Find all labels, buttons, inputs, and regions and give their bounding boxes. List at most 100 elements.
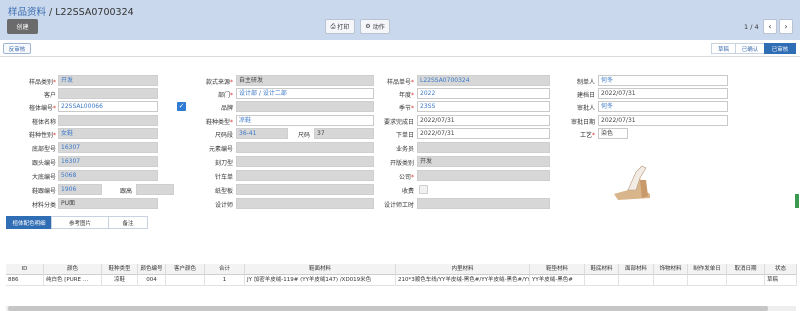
field-开版类别[interactable]: 开发 xyxy=(417,156,550,167)
size-field[interactable]: 37 xyxy=(314,128,374,139)
table-cell[interactable]: 凉鞋 xyxy=(102,275,138,286)
column-header[interactable]: ID xyxy=(6,264,44,275)
table-cell[interactable]: 004 xyxy=(138,275,166,286)
last-checkbox[interactable]: ✓ xyxy=(177,102,186,111)
field-底部型号[interactable]: 16307 xyxy=(58,142,158,153)
next-record-button[interactable]: › xyxy=(779,19,793,34)
field-楦体编号[interactable]: 22SSAL00066 xyxy=(58,101,158,112)
field-label-text: 楦体名称 xyxy=(31,119,56,126)
field-大底编号[interactable]: 5068 xyxy=(58,170,158,181)
column-header[interactable]: 鞋种类型 xyxy=(102,264,138,275)
table-cell[interactable]: YY羊皮绒-黑色# xyxy=(530,275,585,286)
tab-notes[interactable]: 备注 xyxy=(108,216,148,229)
field-label-text: 建档日 xyxy=(576,92,595,99)
prev-record-button[interactable]: ‹ xyxy=(763,19,777,34)
vertical-scroll-indicator[interactable] xyxy=(795,194,799,208)
table-cell[interactable] xyxy=(166,275,205,286)
column-header[interactable]: 客户颜色 xyxy=(166,264,205,275)
column-header[interactable]: 饰物材料 xyxy=(654,264,688,275)
table-cell[interactable]: 纯白色 [PURE … xyxy=(44,275,102,286)
column-header[interactable]: 鞋底材料 xyxy=(585,264,619,275)
table-cell[interactable]: 210*3顺色车线/YY羊皮绒-黑色#/YY羊皮绒-黑色#/YY羊皮绒-黑色# xyxy=(396,275,530,286)
column-header[interactable]: 状态 xyxy=(765,264,797,275)
field-label-text: 设计师 xyxy=(214,202,233,209)
table-cell[interactable] xyxy=(619,275,654,286)
field-客户[interactable] xyxy=(58,88,158,99)
field-公司[interactable] xyxy=(417,170,550,181)
field-label: 跟头编号 xyxy=(0,158,56,167)
column-header[interactable]: 内里材料 xyxy=(396,264,530,275)
column-header[interactable]: 鞋面材料 xyxy=(245,264,396,275)
tab-last-colors[interactable]: 楦体配色明细 xyxy=(6,216,52,229)
print-button[interactable]: ⎙ 打印 xyxy=(325,19,355,34)
required-mark: * xyxy=(53,105,56,112)
tab-reference-images[interactable]: 参考图片 xyxy=(51,216,109,229)
field-下单日[interactable]: 2022/07/31 xyxy=(417,128,550,139)
field-样品类别[interactable]: 开发 xyxy=(58,75,158,86)
column-header[interactable]: 颜色编号 xyxy=(138,264,166,275)
table-cell[interactable]: 草稿 xyxy=(765,275,797,286)
field-楦体名称[interactable] xyxy=(58,115,158,126)
field-label: 刻刀型 xyxy=(175,158,233,167)
field-设计师工时[interactable] xyxy=(417,198,550,209)
column-header[interactable]: 取消日期 xyxy=(727,264,765,275)
field-label: 纸型板 xyxy=(175,186,233,195)
fee-checkbox[interactable] xyxy=(419,185,428,194)
field-审批日期[interactable]: 2022/07/31 xyxy=(598,115,728,126)
column-header[interactable]: 面部材料 xyxy=(619,264,654,275)
column-header[interactable]: 颜色 xyxy=(44,264,102,275)
field-鞋跟编号[interactable]: 1906 xyxy=(58,184,102,195)
field-label: 设计师 xyxy=(175,200,233,209)
heel-height-field[interactable] xyxy=(136,184,174,195)
field-业务员[interactable] xyxy=(417,142,550,153)
detail-tabs: 楦体配色明细 参考图片 备注 xyxy=(6,216,148,229)
column-header[interactable]: 合计 xyxy=(205,264,245,275)
field-样品单号[interactable]: L22SSA0700324 xyxy=(417,75,550,86)
field-跟头编号[interactable]: 16307 xyxy=(58,156,158,167)
table-cell[interactable] xyxy=(727,275,765,286)
horizontal-scrollbar-thumb[interactable] xyxy=(8,306,768,311)
field-label-text: 部门 xyxy=(217,92,230,99)
field-label: 大底编号 xyxy=(0,172,56,181)
step-approved[interactable]: 已审核 xyxy=(764,43,796,54)
column-header[interactable]: 鞋垫材料 xyxy=(530,264,585,275)
field-审批人[interactable]: 何冬 xyxy=(598,101,728,112)
action-button[interactable]: ⚙ 动作 xyxy=(360,19,390,34)
field-label: 开版类别 xyxy=(352,158,414,167)
field-制单人[interactable]: 何冬 xyxy=(598,75,728,86)
create-button[interactable]: 创建 xyxy=(7,19,38,34)
table-cell[interactable] xyxy=(654,275,688,286)
table-cell[interactable]: JY 加密羊皮绒-119# (YY羊皮绒147) /XD019米色 xyxy=(245,275,396,286)
table-cell[interactable]: 1 xyxy=(205,275,245,286)
required-mark: * xyxy=(53,132,56,139)
field-label: 客户 xyxy=(0,90,56,99)
field-label-text: 楦体编号 xyxy=(28,105,53,112)
field-label-text: 开版类别 xyxy=(389,160,414,167)
field-label: 鞋跟编号 xyxy=(0,186,56,195)
unaudit-button[interactable]: 反审核 xyxy=(3,43,31,54)
field-label-text: 针车单 xyxy=(214,174,233,181)
field-label-text: 鞋跟编号 xyxy=(31,188,56,195)
field-label: 制单人 xyxy=(535,77,595,86)
field-季节[interactable]: 23SS xyxy=(417,101,550,112)
breadcrumb-link[interactable]: 样品资料 xyxy=(8,7,46,18)
field-尺码段[interactable]: 36-41 xyxy=(236,128,288,139)
required-mark: * xyxy=(230,119,233,126)
field-要求完成日[interactable]: 2022/07/31 xyxy=(417,115,550,126)
field-年度[interactable]: 2022 xyxy=(417,88,550,99)
step-draft[interactable]: 草稿 xyxy=(711,43,736,54)
field-工艺[interactable]: 染色 xyxy=(598,128,628,139)
breadcrumb: 样品资料 / L22SSA0700324 xyxy=(8,4,134,18)
table-cell[interactable] xyxy=(585,275,619,286)
field-材料分类[interactable]: PU面 xyxy=(58,198,158,209)
step-confirmed[interactable]: 已确认 xyxy=(735,43,765,54)
field-label-text: 款式来源 xyxy=(205,79,230,86)
field-鞋种性别[interactable]: 女鞋 xyxy=(58,128,158,139)
field-label-text: 大底编号 xyxy=(31,174,56,181)
field-label: 元素编号 xyxy=(175,144,233,153)
table-cell[interactable] xyxy=(688,275,727,286)
field-建档日[interactable]: 2022/07/31 xyxy=(598,88,728,99)
table-cell[interactable]: 886 xyxy=(6,275,44,286)
column-header[interactable]: 制作发单日 xyxy=(688,264,727,275)
field-label-text: 工艺 xyxy=(579,132,592,139)
